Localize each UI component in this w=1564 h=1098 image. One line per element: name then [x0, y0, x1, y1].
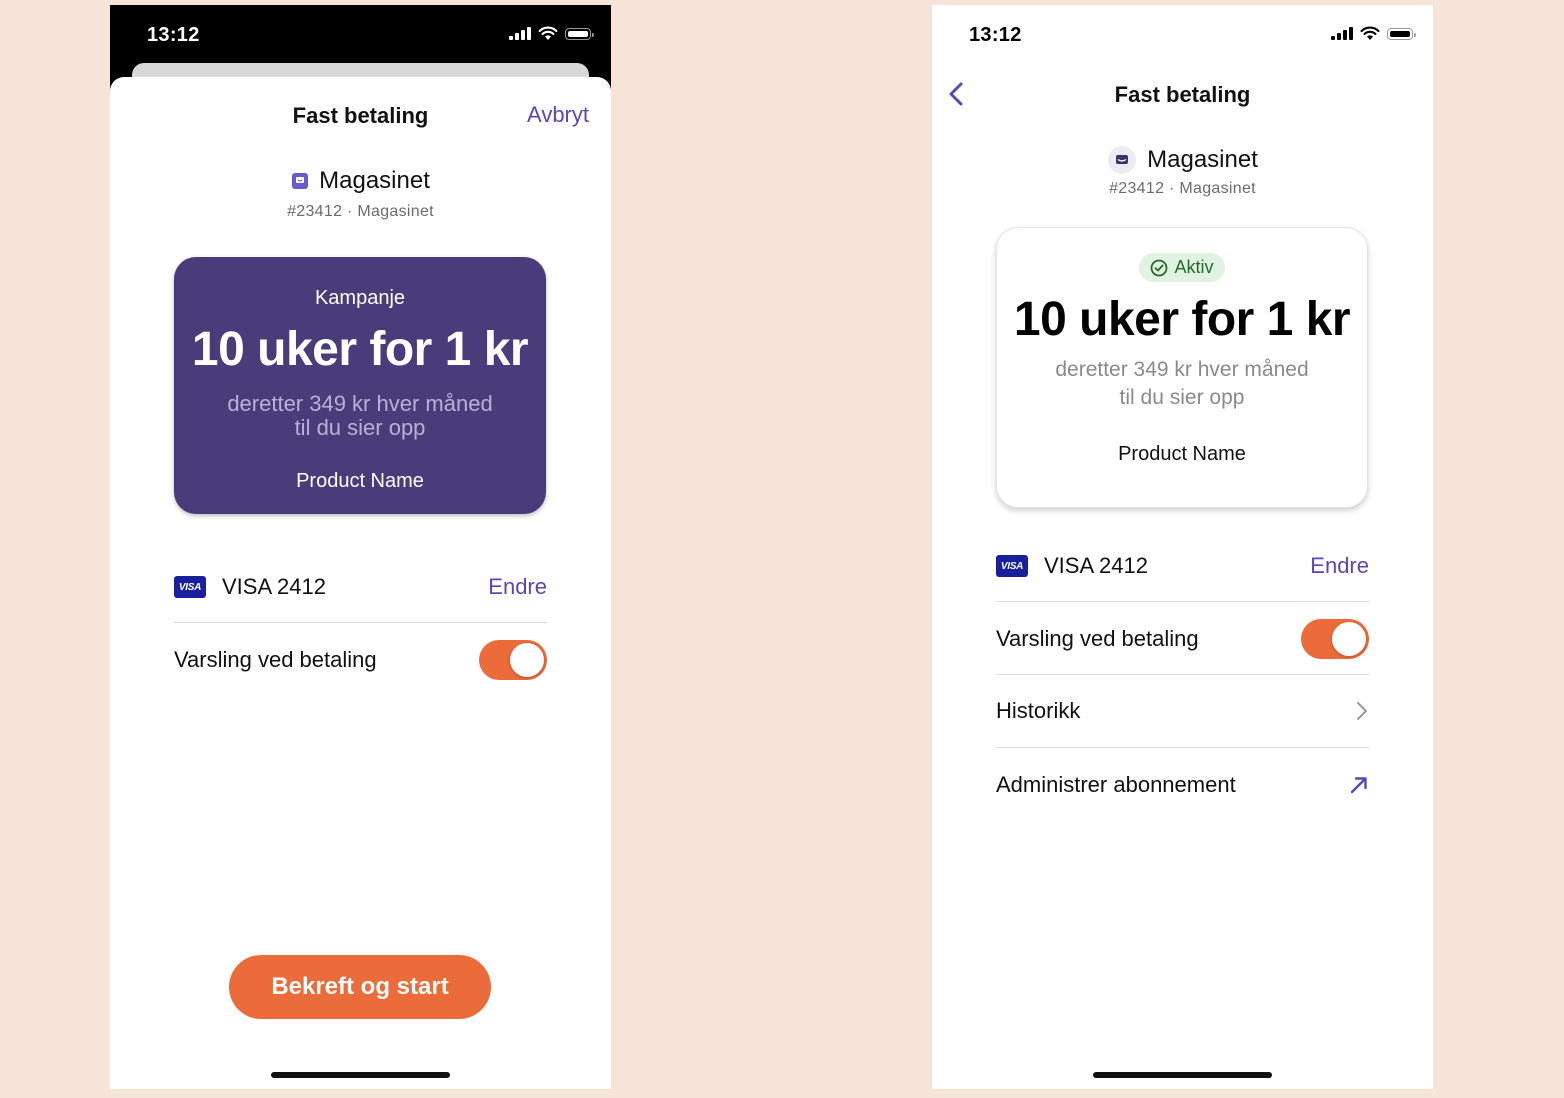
merchant-header: Magasinet #23412 · Magasinet: [932, 145, 1433, 198]
status-time: 13:12: [969, 24, 1022, 46]
wifi-icon: [538, 26, 558, 40]
visa-card-icon: VISA: [996, 555, 1028, 577]
divider: [174, 622, 547, 623]
external-link-arrow-icon: [1350, 777, 1367, 794]
status-badge: Aktiv: [1139, 253, 1225, 282]
payment-card-row: VISA VISA 2412 Endre: [996, 548, 1369, 584]
notification-toggle[interactable]: [479, 640, 547, 680]
offer-price-line: deretter 349 kr hver måned: [227, 391, 493, 416]
page-title: Fast betaling: [1114, 82, 1251, 107]
magasinet-logo-icon: [292, 173, 309, 189]
cellular-signal-icon: [509, 27, 531, 40]
cancel-button[interactable]: Avbryt: [527, 102, 589, 128]
campaign-tag: Kampanje: [314, 287, 406, 309]
chevron-right-icon: [1357, 702, 1367, 720]
offer-price-line: deretter 349 kr hver måned: [1055, 358, 1309, 381]
history-row[interactable]: Historikk: [996, 693, 1369, 729]
card-label: VISA 2412: [222, 574, 326, 599]
product-name: Product Name: [1118, 442, 1246, 465]
check-circle-icon: [1151, 259, 1168, 276]
offer-headline: 10 uker for 1 kr: [191, 323, 529, 376]
change-card-button[interactable]: Endre: [488, 574, 547, 600]
manage-subscription-row[interactable]: Administrer abonnement: [996, 767, 1369, 803]
divider: [996, 674, 1369, 675]
offer-terms-line: til du sier opp: [1119, 386, 1245, 410]
phone-screen-confirm: 13:12 Fast betaling Avbryt Magasinet #23…: [110, 5, 611, 1089]
offer-terms-line: til du sier opp: [294, 415, 426, 441]
merchant-header: Magasinet #23412 · Magasinet: [110, 167, 611, 221]
divider: [996, 601, 1369, 602]
magasinet-logo-icon: [1108, 146, 1137, 174]
divider: [996, 747, 1369, 748]
status-time: 13:12: [147, 24, 200, 46]
manage-subscription-label: Administrer abonnement: [996, 772, 1236, 797]
merchant-name: Magasinet: [1147, 146, 1258, 173]
notification-label: Varsling ved betaling: [174, 647, 377, 672]
offer-headline: 10 uker for 1 kr: [1013, 293, 1351, 346]
change-card-button[interactable]: Endre: [1310, 553, 1369, 579]
phone-screen-active: 13:12 Fast betaling Magasinet #23412 · M…: [932, 5, 1433, 1089]
notification-row: Varsling ved betaling: [996, 619, 1369, 659]
offer-card: Kampanje 10 uker for 1 kr deretter 349 k…: [174, 257, 546, 514]
product-name: Product Name: [296, 470, 424, 493]
card-label: VISA 2412: [1044, 553, 1148, 578]
wifi-icon: [1360, 26, 1380, 40]
merchant-reference: #23412 · Magasinet: [287, 203, 434, 220]
status-bar: 13:12: [932, 5, 1433, 65]
battery-icon: [1387, 27, 1416, 40]
visa-card-icon: VISA: [174, 576, 206, 598]
cellular-signal-icon: [1331, 27, 1353, 40]
modal-sheet: Fast betaling Avbryt Magasinet #23412 · …: [110, 77, 611, 1089]
payment-card-row: VISA VISA 2412 Endre: [174, 569, 547, 605]
home-indicator: [271, 1072, 450, 1078]
status-bar: 13:12: [110, 5, 611, 65]
merchant-reference: #23412 · Magasinet: [1109, 180, 1256, 197]
confirm-start-button[interactable]: Bekreft og start: [229, 955, 491, 1019]
history-label: Historikk: [996, 698, 1081, 723]
notification-label: Varsling ved betaling: [996, 626, 1199, 651]
notification-toggle[interactable]: [1301, 619, 1369, 659]
merchant-name: Magasinet: [319, 167, 430, 194]
home-indicator: [1093, 1072, 1272, 1078]
notification-row: Varsling ved betaling: [174, 640, 547, 680]
status-badge-label: Aktiv: [1174, 257, 1214, 277]
subscription-card: Aktiv 10 uker for 1 kr deretter 349 kr h…: [996, 227, 1368, 508]
battery-icon: [565, 27, 594, 40]
